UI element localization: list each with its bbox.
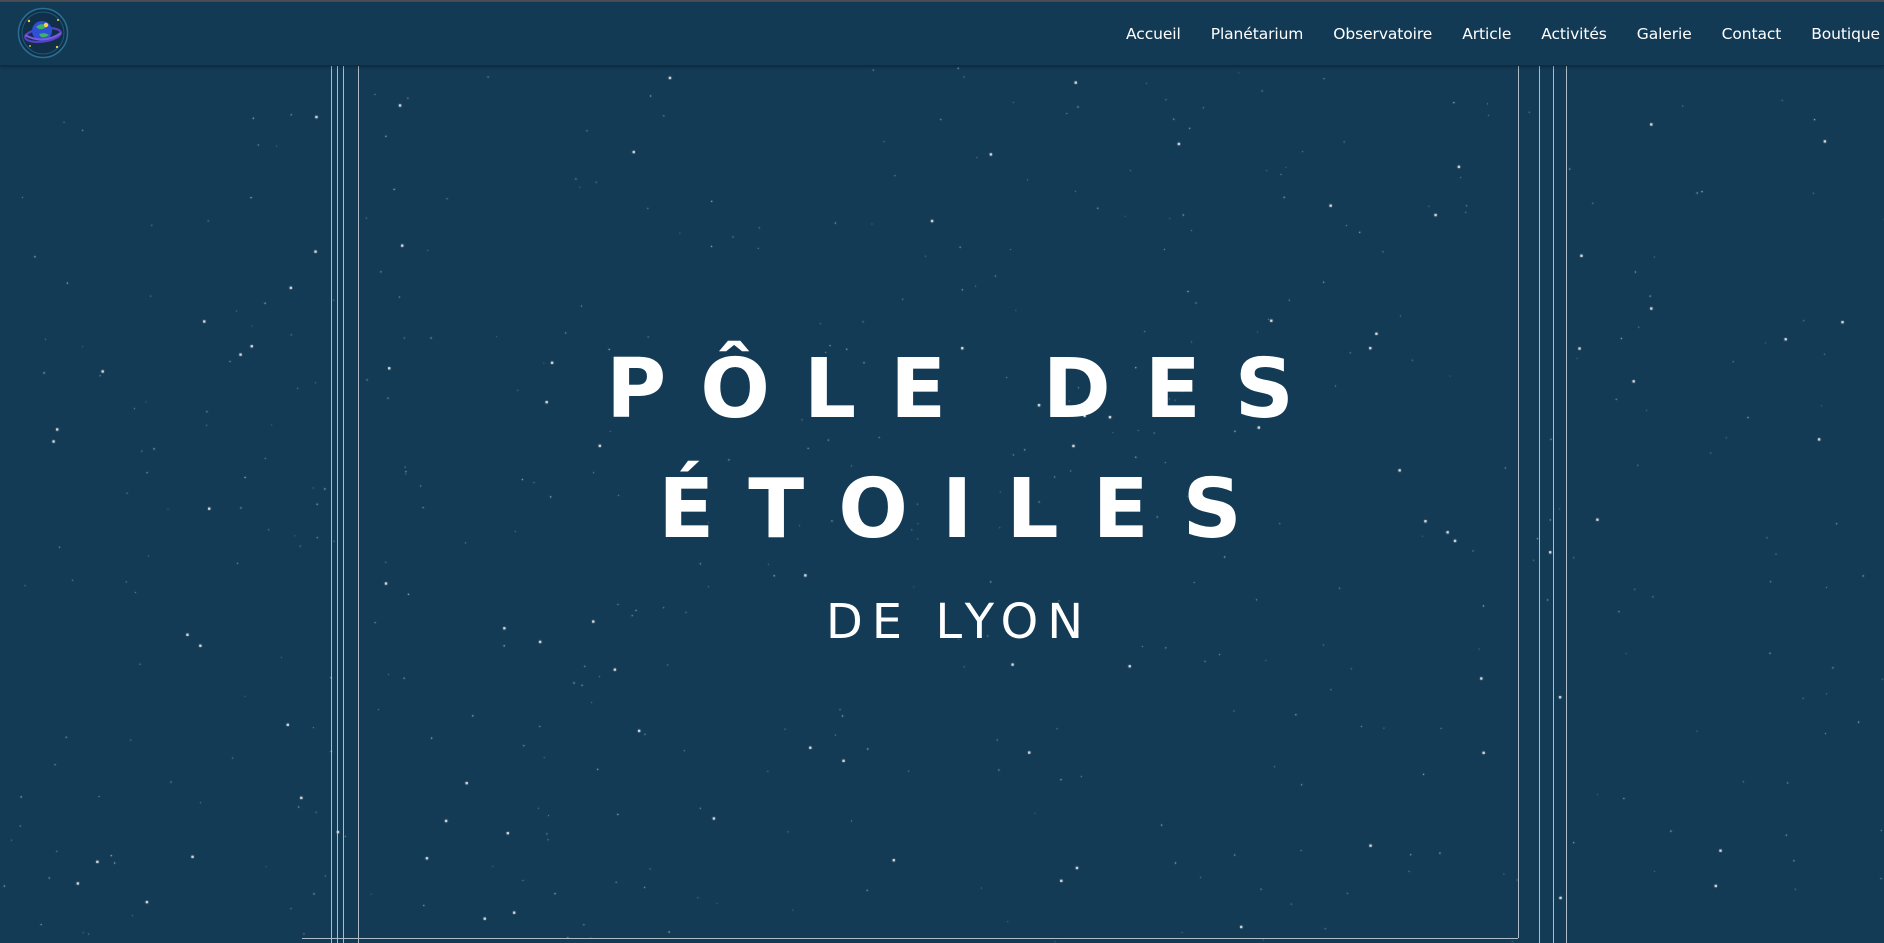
nav-item-contact[interactable]: Contact <box>1722 25 1782 43</box>
nav-item-activites[interactable]: Activités <box>1541 25 1607 43</box>
hero-title-line-2: ÉTOILES <box>658 462 1276 557</box>
hero-subtitle: DE LYON <box>825 594 1093 650</box>
page: Accueil Planétarium Observatoire Article… <box>0 0 1884 943</box>
hero-title-line-1: PÔLE DES <box>606 342 1328 437</box>
nav-item-boutique[interactable]: Boutique <box>1811 25 1880 43</box>
nav-item-article[interactable]: Article <box>1462 25 1511 43</box>
nav-item-galerie[interactable]: Galerie <box>1637 25 1692 43</box>
nav-item-observatoire[interactable]: Observatoire <box>1333 25 1432 43</box>
hero-title: PÔLE DES ÉTOILES <box>360 330 1540 570</box>
nav-item-planetarium[interactable]: Planétarium <box>1211 25 1304 43</box>
main-menu: Accueil Planétarium Observatoire Article… <box>1096 2 1880 65</box>
nav-item-accueil[interactable]: Accueil <box>1126 25 1181 43</box>
navbar: Accueil Planétarium Observatoire Article… <box>0 2 1884 66</box>
hero-section: PÔLE DES ÉTOILES DE LYON <box>0 0 1884 943</box>
planet-globe-logo-icon[interactable] <box>17 7 69 59</box>
